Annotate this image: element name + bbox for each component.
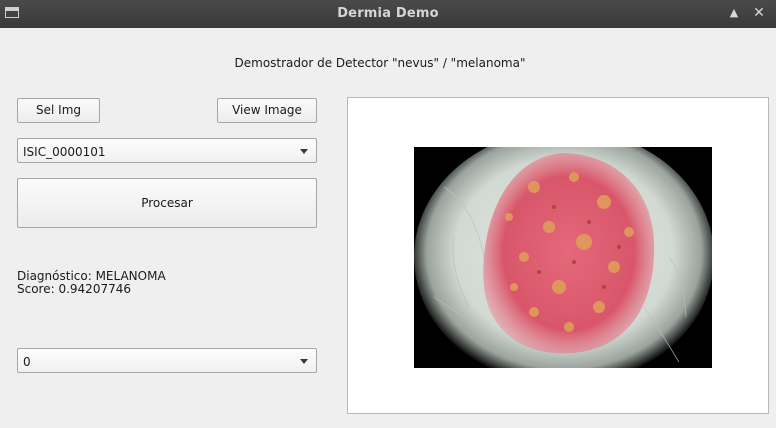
app-window: Dermia Demo ▲ ✕ Demostrador de Detector … [0,0,776,428]
view-image-button[interactable]: View Image [217,98,317,123]
title-bar[interactable]: Dermia Demo ▲ ✕ [0,0,776,28]
eject-icon[interactable]: ▲ [726,5,742,21]
sel-img-button[interactable]: Sel Img [17,98,100,123]
result-block: Diagnóstico: MELANOMA Score: 0.94207746 [17,270,166,296]
index-select-value: 0 [23,355,31,369]
app-subtitle: Demostrador de Detector "nevus" / "melan… [234,56,526,70]
chevron-down-icon [300,149,308,154]
image-select-value: ISIC_0000101 [23,145,106,159]
score-label: Score: 0.94207746 [17,282,131,296]
image-panel [347,97,769,414]
lesion-picture [414,147,712,368]
close-icon[interactable]: ✕ [751,5,767,21]
process-button[interactable]: Procesar [17,178,317,228]
index-select[interactable]: 0 [17,348,317,373]
window-title: Dermia Demo [337,6,439,21]
dermoscopy-image [414,147,712,368]
image-select[interactable]: ISIC_0000101 [17,138,317,163]
chevron-down-icon [300,359,308,364]
